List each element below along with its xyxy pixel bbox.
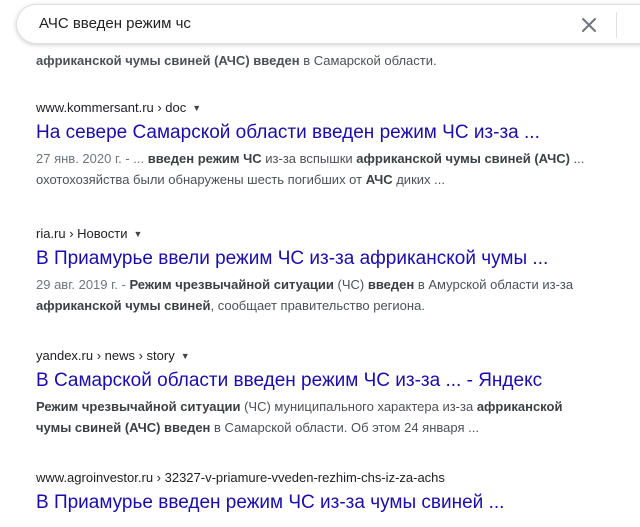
result-url-text: www.kommersant.ru › doc	[36, 100, 187, 115]
highlighted-term: африканской чумы свиней (АЧС) введен	[36, 53, 300, 68]
search-result: www.kommersant.ru › doc ▼ На севере Самарс…	[36, 99, 636, 190]
snippet-text: , сообщает правительство региона.	[210, 298, 425, 313]
result-snippet: 27 янв. 2020 г. - ... введен режим ЧС из…	[36, 148, 636, 190]
result-date: 29 авг. 2019 г. -	[36, 277, 130, 292]
snippet-text: охотохозяйства были обнаружены шесть пог…	[36, 172, 366, 187]
close-icon[interactable]	[577, 13, 601, 37]
snippet-text: из-за вспышки	[261, 151, 357, 166]
highlighted-term: африканской	[476, 399, 563, 414]
highlighted-term: африканской чумы свиней	[36, 298, 211, 313]
highlighted-term: Режим чрезвычайной ситуации	[129, 277, 334, 292]
search-bar[interactable]	[16, 4, 640, 44]
highlighted-term: АЧС	[365, 172, 393, 187]
result-date: 27 янв. 2020 г. - ...	[36, 151, 148, 166]
search-results-page: африканской чумы свиней (АЧС) введен в С…	[0, 0, 640, 527]
snippet-text: ...	[569, 151, 585, 166]
result-url[interactable]: ria.ru › Новости ▼	[36, 225, 636, 243]
snippet-line: 29 авг. 2019 г. - Режим чрезвычайной сит…	[36, 274, 636, 295]
highlighted-term: африканской чумы свиней (АЧС)	[356, 151, 570, 166]
snippet-line: африканской чумы свиней, сообщает правит…	[36, 295, 636, 316]
highlighted-term: Режим чрезвычайной ситуации	[36, 399, 241, 414]
snippet-text: (ЧС)	[333, 277, 368, 292]
result-url-text: ria.ru › Новости	[36, 226, 128, 241]
chevron-down-icon[interactable]: ▼	[181, 347, 190, 365]
search-input[interactable]	[37, 14, 541, 33]
chevron-down-icon[interactable]: ▼	[134, 225, 143, 243]
snippet-line: 27 янв. 2020 г. - ... введен режим ЧС из…	[36, 148, 636, 169]
search-result: ria.ru › Новости ▼ В Приамурье ввели режим…	[36, 225, 636, 316]
snippet-line: охотохозяйства были обнаружены шесть пог…	[36, 169, 636, 190]
search-bar-divider	[616, 12, 617, 38]
result-url[interactable]: www.agroinvestor.ru › 32327-v-priamure-v…	[36, 469, 636, 487]
snippet-line: чумы свиней (АЧС) введен в Самарской обл…	[36, 417, 636, 438]
snippet-text: (ЧС) муниципального характера из-за	[240, 399, 477, 414]
snippet-text: диких ...	[392, 172, 445, 187]
highlighted-term: чумы свиней (АЧС) введен	[36, 420, 211, 435]
result-url[interactable]: yandex.ru › news › story ▼	[36, 347, 636, 365]
snippet-text: в Амурской области из-за	[414, 277, 574, 292]
result-url-text: yandex.ru › news › story	[36, 348, 175, 363]
snippet-text: в Самарской области. Об этом 24 января .…	[210, 420, 479, 435]
result-title-link[interactable]: В Приамурье ввели режим ЧС из-за африкан…	[36, 246, 636, 272]
result-title-link[interactable]: В Самарской области введен режим ЧС из-з…	[36, 368, 636, 394]
previous-result-snippet: африканской чумы свиней (АЧС) введен в С…	[36, 51, 437, 71]
result-url[interactable]: www.kommersant.ru › doc ▼	[36, 99, 636, 117]
highlighted-term: введен режим ЧС	[147, 151, 262, 166]
search-result: www.agroinvestor.ru › 32327-v-priamure-v…	[36, 469, 636, 516]
chevron-down-icon[interactable]: ▼	[192, 99, 201, 117]
result-title-link[interactable]: В Приамурье введен режим ЧС из-за чумы с…	[36, 490, 636, 516]
result-title-link[interactable]: На севере Самарской области введен режим…	[36, 120, 636, 146]
search-result: yandex.ru › news › story ▼ В Самарской обл…	[36, 347, 636, 438]
result-snippet: Режим чрезвычайной ситуации (ЧС) муницип…	[36, 396, 636, 438]
result-url-text: www.agroinvestor.ru › 32327-v-priamure-v…	[36, 470, 445, 485]
result-snippet: 29 авг. 2019 г. - Режим чрезвычайной сит…	[36, 274, 636, 316]
highlighted-term: введен	[367, 277, 415, 292]
snippet-text: в Самарской области.	[299, 53, 437, 68]
snippet-line: Режим чрезвычайной ситуации (ЧС) муницип…	[36, 396, 636, 417]
